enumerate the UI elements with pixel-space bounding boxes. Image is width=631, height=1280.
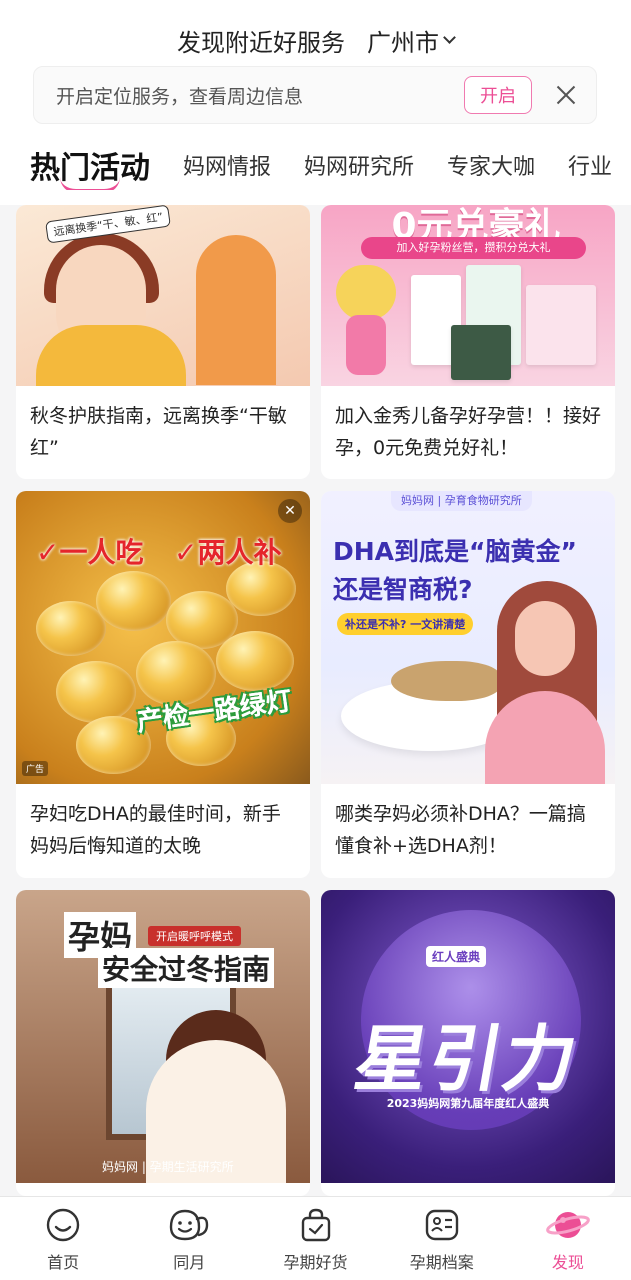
card-image: ✓一人吃 ✓两人补 产检一路绿灯 ✕ 广告 — [16, 491, 310, 784]
planet-icon — [546, 1212, 590, 1238]
feed-card-skincare[interactable]: 远离换季“干、敏、红” 秋冬护肤指南，远离换季“干敏红” — [16, 205, 310, 479]
tab-hot-activities[interactable]: 热门活动 — [30, 143, 150, 190]
illustration-mother — [196, 235, 276, 385]
ad-close-icon[interactable]: ✕ — [278, 499, 302, 523]
image-brand: 妈妈网 | 孕期生活研究所 — [102, 1160, 234, 1174]
nav-label: 首页 — [47, 1253, 80, 1272]
feed-card-winter-guide[interactable]: 孕妈 开启暖呼呼模式 安全过冬指南 妈妈网 | 孕期生活研究所 — [16, 890, 310, 1196]
feed-card-gift[interactable]: 0元兑豪礼 加入好孕粉丝营，攒积分兑大礼 加入金秀儿备孕好孕营！！接好孕，0元免… — [321, 205, 615, 479]
illustration-woman-face — [515, 601, 575, 676]
image-title-2: 安全过冬指南 — [98, 948, 275, 988]
card-image: 妈妈网 | 孕育食物研究所 DHA到底是“脑黄金” 还是智商税? 补还是不补? … — [321, 491, 615, 784]
illustration-doll — [331, 265, 401, 385]
tab-industry[interactable]: 行业 — [568, 149, 612, 181]
illustration-woman-body — [36, 325, 186, 386]
nav-item-home[interactable]: 首页 — [0, 1197, 126, 1280]
card-caption: 哪类孕妈必须补DHA？一篇搞懂食补+选DHA剂！ — [335, 803, 586, 857]
bottom-navigation: 首页 同月 孕期好货 孕期档案 发现 — [0, 1196, 631, 1280]
city-selector[interactable]: 广州市 — [367, 23, 456, 58]
nav-item-discover[interactable]: 发现 — [505, 1197, 631, 1280]
card-image: 0元兑豪礼 加入好孕粉丝营，攒积分兑大礼 — [321, 205, 615, 386]
page-title: 发现附近好服务 — [177, 28, 345, 57]
enable-location-button[interactable]: 开启 — [464, 76, 532, 114]
chevron-down-icon — [443, 31, 456, 44]
card-image: 红人盛典 星引力 2023妈妈网第九届年度红人盛典 — [321, 890, 615, 1183]
tab-experts[interactable]: 专家大咖 — [447, 149, 535, 181]
tab-mom-news[interactable]: 妈网情报 — [183, 149, 271, 181]
close-icon[interactable] — [536, 66, 596, 124]
image-headline: 星引力 — [348, 1017, 586, 1101]
nav-label: 发现 — [551, 1253, 584, 1272]
ad-label: 广告 — [22, 761, 49, 776]
card-caption: 孕妇吃DHA的最佳时间，新手妈妈后悔知道的太晚 — [30, 803, 281, 857]
illustration-fish — [391, 661, 501, 701]
image-text-left: ✓一人吃 — [36, 536, 144, 569]
nav-label: 孕期好货 — [283, 1253, 348, 1272]
header: 发现附近好服务 广州市 开启定位服务，查看周边信息 开启 热门活动 妈网情报 妈… — [0, 0, 631, 205]
image-subline: 加入好孕粉丝营，攒积分兑大礼 — [361, 237, 586, 259]
feed-card-star-gala[interactable]: 红人盛典 星引力 2023妈妈网第九届年度红人盛典 — [321, 890, 615, 1196]
city-label: 广州市 — [367, 28, 439, 57]
nav-item-pregnancy-records[interactable]: 孕期档案 — [379, 1197, 505, 1280]
card-image: 孕妈 开启暖呼呼模式 安全过冬指南 妈妈网 | 孕期生活研究所 — [16, 890, 310, 1183]
group-face-icon — [170, 1209, 209, 1241]
nav-item-pregnancy-goods[interactable]: 孕期好货 — [252, 1197, 378, 1280]
nav-label: 孕期档案 — [409, 1253, 474, 1272]
image-pill: 补还是不补? 一文讲清楚 — [337, 613, 474, 635]
title-row: 发现附近好服务 广州市 — [0, 18, 631, 62]
profile-card-icon — [425, 1209, 458, 1241]
nav-item-same-month[interactable]: 同月 — [126, 1197, 252, 1280]
card-image: 远离换季“干、敏、红” — [16, 205, 310, 386]
image-brand: 妈妈网 | 孕育食物研究所 — [391, 491, 532, 511]
feed-card-dha-guide[interactable]: 妈妈网 | 孕育食物研究所 DHA到底是“脑黄金” 还是智商税? 补还是不补? … — [321, 491, 615, 878]
product-box — [526, 285, 596, 365]
shopping-bag-icon — [301, 1208, 330, 1242]
image-subline: 2023妈妈网第九届年度红人盛典 — [386, 1097, 550, 1110]
category-tabs: 热门活动 妈网情报 妈网研究所 专家大咖 行业 — [0, 140, 631, 190]
active-tab-indicator — [60, 177, 120, 190]
location-permission-bar: 开启定位服务，查看周边信息 开启 — [33, 66, 597, 124]
nav-label: 同月 — [173, 1253, 206, 1272]
smile-face-icon — [46, 1208, 80, 1242]
image-tag: 开启暖呼呼模式 — [148, 926, 241, 946]
location-prompt-text: 开启定位服务，查看周边信息 — [56, 85, 304, 108]
product-box — [451, 325, 511, 380]
image-title-line1: DHA到底是“脑黄金” — [333, 537, 577, 566]
image-badge: 红人盛典 — [426, 946, 487, 967]
card-caption: 加入金秀儿备孕好孕营！！接好孕，0元免费兑好礼！ — [335, 405, 602, 459]
tab-research[interactable]: 妈网研究所 — [304, 149, 414, 181]
image-text-right: ✓两人补 — [174, 536, 282, 569]
card-caption: 秋冬护肤指南，远离换季“干敏红” — [30, 405, 287, 459]
feed-card-ad-dha[interactable]: ✓一人吃 ✓两人补 产检一路绿灯 ✕ 广告 孕妇吃DHA的最佳时间，新手妈妈后悔… — [16, 491, 310, 878]
